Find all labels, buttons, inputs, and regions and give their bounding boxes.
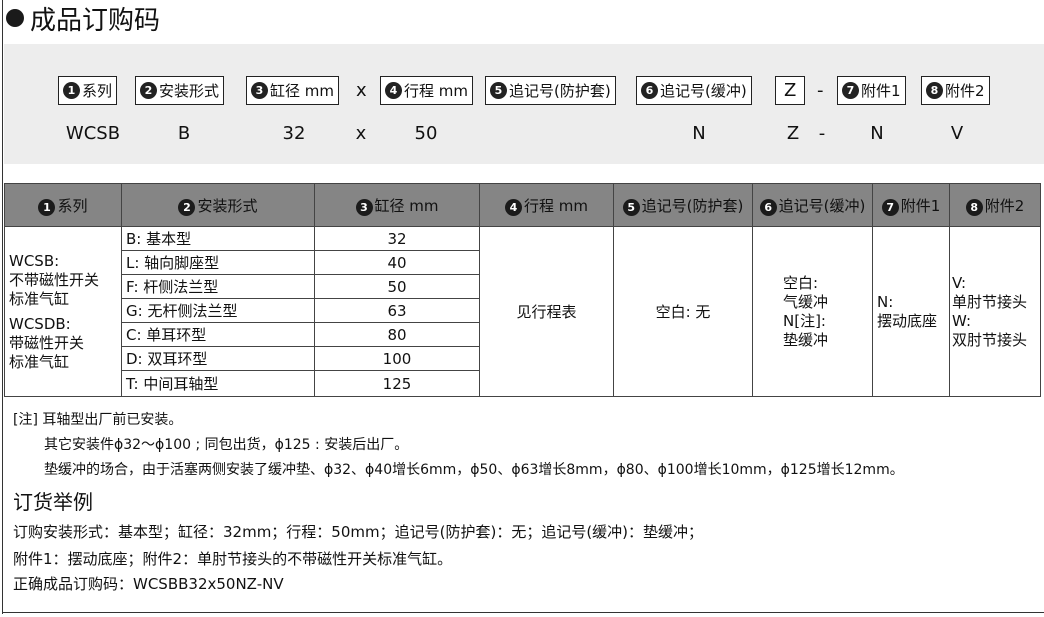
accessory1-cell: N: 摆动底座 xyxy=(872,226,950,397)
number-5-icon: 5 xyxy=(622,198,640,216)
mount-cell: T: 中间耳轴型 xyxy=(121,370,315,397)
mount-cell: C: 单耳环型 xyxy=(121,322,315,347)
number-1-icon: 1 xyxy=(63,82,80,99)
code-value-mounting: B xyxy=(177,122,191,144)
mount-cell: F: 杆侧法兰型 xyxy=(121,274,315,299)
spec-table: 1 系列 2 安装形式 3 缸径 mm 4 行程 mm 5 追记号(防护套) 6 追记号(缓… xyxy=(4,183,1041,397)
number-1-icon: 1 xyxy=(38,198,56,216)
code-value-cushion: N xyxy=(692,122,706,144)
number-2-icon: 2 xyxy=(178,198,196,216)
code-times-symbol: x xyxy=(356,80,367,101)
code-box-boot: 5 追记号(防护套) xyxy=(485,76,616,105)
number-4-icon: 4 xyxy=(385,82,402,99)
bore-cell: 63 xyxy=(314,298,480,323)
mount-cell: L: 轴向脚座型 xyxy=(121,250,315,275)
example-line: 附件1：摆动底座；附件2：单肘节接头的不带磁性开关标准气缸。 xyxy=(13,550,453,568)
bore-cell: 40 xyxy=(314,250,480,275)
number-6-icon: 6 xyxy=(759,198,777,216)
number-8-icon: 8 xyxy=(926,82,943,99)
code-box-z: Z xyxy=(775,76,806,105)
stroke-cell: 见行程表 xyxy=(479,226,614,397)
number-3-icon: 3 xyxy=(251,82,268,99)
example-line: 订购安装形式：基本型；缸径：32mm；行程：50mm；追记号(防护套)：无；追记… xyxy=(13,523,704,541)
number-3-icon: 3 xyxy=(355,198,373,216)
header-series: 1 系列 xyxy=(4,183,122,227)
code-value-accessory2: V xyxy=(950,122,964,144)
bore-cell: 32 xyxy=(314,226,480,251)
cushion-cell: 空白: 气缓冲 N[注]: 垫缓冲 xyxy=(752,226,873,397)
left-border-rule xyxy=(2,0,3,614)
code-value-z: Z xyxy=(786,122,800,144)
code-box-mounting: 2 安装形式 xyxy=(135,76,225,105)
bottom-border-rule xyxy=(2,612,1044,613)
header-accessory1: 7 附件1 xyxy=(872,183,950,227)
boot-cell: 空白: 无 xyxy=(613,226,753,397)
page-title-text: 成品订购码 xyxy=(30,5,161,36)
page-title: 成品订购码 xyxy=(6,0,160,36)
code-box-accessory1: 7 附件1 xyxy=(837,76,906,105)
code-value-times: x xyxy=(355,122,367,144)
bore-cell: 80 xyxy=(314,322,480,347)
table-row: WCSB: 不带磁性开关 标准气缸 WCSDB: 带磁性开关 标准气缸 B: 基… xyxy=(4,226,1041,397)
code-box-series: 1 系列 xyxy=(58,76,118,105)
header-accessory2: 8 附件2 xyxy=(949,183,1041,227)
bore-cell: 100 xyxy=(314,346,480,371)
bore-cell: 125 xyxy=(314,370,480,397)
mount-cell: B: 基本型 xyxy=(121,226,315,251)
bullet-icon xyxy=(6,9,24,27)
bore-cell: 50 xyxy=(314,274,480,299)
header-mounting: 2 安装形式 xyxy=(121,183,315,227)
series-cell: WCSB: 不带磁性开关 标准气缸 WCSDB: 带磁性开关 标准气缸 xyxy=(4,226,122,397)
mount-cell: D: 双耳环型 xyxy=(121,346,315,371)
number-7-icon: 7 xyxy=(881,198,899,216)
note-line: 其它安装件ϕ32～ϕ100 ; 同包出货，ϕ125 : 安装后出厂。 xyxy=(44,437,409,453)
note-line: [注] 耳轴型出厂前已安装。 xyxy=(13,412,183,428)
code-value-dash: - xyxy=(818,122,826,144)
page: 成品订购码 1 系列 2 安装形式 3 缸径 mm x 4 行程 mm 5 追记号(防护套… xyxy=(0,0,1044,617)
number-8-icon: 8 xyxy=(965,198,983,216)
code-box-bore: 3 缸径 mm xyxy=(246,76,339,105)
header-cushion: 6 追记号(缓冲) xyxy=(752,183,873,227)
code-value-accessory1: N xyxy=(870,122,884,144)
accessory2-cell: V: 单肘节接头 W: 双肘节接头 xyxy=(949,226,1041,397)
number-2-icon: 2 xyxy=(140,82,157,99)
code-box-stroke: 4 行程 mm xyxy=(380,76,473,105)
number-5-icon: 5 xyxy=(490,82,507,99)
code-value-series: WCSB xyxy=(65,122,121,144)
code-box-cushion: 6 追记号(缓冲) xyxy=(636,76,752,105)
code-box-accessory2: 8 附件2 xyxy=(921,76,990,105)
example-line: 正确成品订购码：WCSBB32x50NZ-NV xyxy=(13,575,284,593)
number-7-icon: 7 xyxy=(842,82,859,99)
code-dash-symbol: - xyxy=(817,80,824,101)
header-stroke: 4 行程 mm xyxy=(479,183,614,227)
number-4-icon: 4 xyxy=(505,198,522,216)
order-code-panel: 1 系列 2 安装形式 3 缸径 mm x 4 行程 mm 5 追记号(防护套) 6 追记号… xyxy=(4,44,1044,164)
table-header-row: 1 系列 2 安装形式 3 缸径 mm 4 行程 mm 5 追记号(防护套) 6 追记号(缓… xyxy=(4,183,1041,227)
number-6-icon: 6 xyxy=(641,82,658,99)
mount-cell: G: 无杆侧法兰型 xyxy=(121,298,315,323)
example-heading: 订货举例 xyxy=(13,490,93,514)
header-bore: 3 缸径 mm xyxy=(314,183,480,227)
header-boot: 5 追记号(防护套) xyxy=(613,183,753,227)
note-line: 垫缓冲的场合，由于活塞两侧安装了缓冲垫、ϕ32、ϕ40增长6mm，ϕ50、ϕ63… xyxy=(44,462,904,478)
code-value-bore: 32 xyxy=(282,122,306,144)
code-value-stroke: 50 xyxy=(414,122,438,144)
